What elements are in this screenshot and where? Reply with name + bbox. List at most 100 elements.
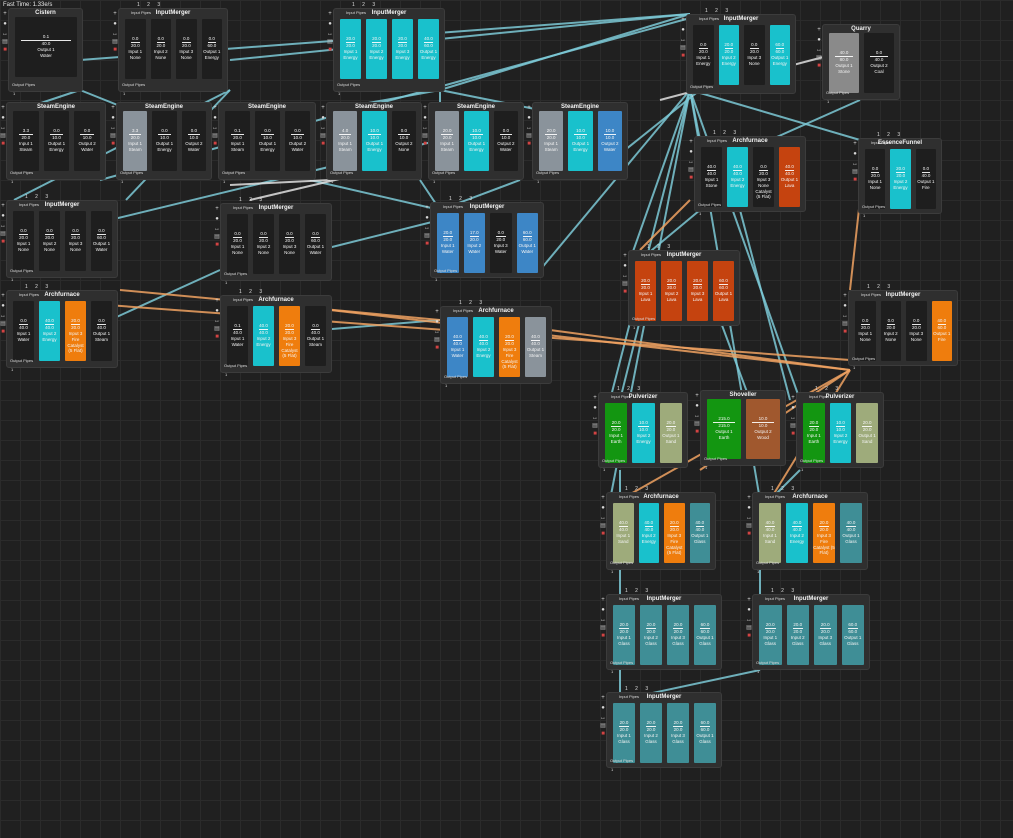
- move-icon[interactable]: ↔: [600, 617, 606, 623]
- settings-icon[interactable]: ▤: [212, 133, 218, 139]
- delete-icon[interactable]: ■: [842, 329, 848, 335]
- toggle-icon[interactable]: ●: [434, 319, 440, 325]
- toggle-icon[interactable]: ●: [0, 213, 6, 219]
- add-icon[interactable]: +: [2, 11, 8, 17]
- add-icon[interactable]: +: [112, 11, 118, 17]
- delete-icon[interactable]: ■: [0, 329, 6, 335]
- delete-icon[interactable]: ■: [600, 531, 606, 537]
- node-essencefunnel[interactable]: EssenceFunnel 1 2 3 Input Pipes + ● ↔ ▤ ■ 0.0 20.…: [852, 132, 942, 218]
- move-icon[interactable]: ↔: [214, 318, 220, 324]
- output-port[interactable]: 1: [537, 179, 539, 184]
- add-icon[interactable]: +: [422, 105, 428, 111]
- toggle-icon[interactable]: ●: [600, 505, 606, 511]
- output-port[interactable]: 1: [827, 99, 829, 104]
- settings-icon[interactable]: ▤: [110, 133, 116, 139]
- delete-icon[interactable]: ■: [816, 63, 822, 69]
- settings-icon[interactable]: ▤: [214, 234, 220, 240]
- settings-icon[interactable]: ▤: [816, 55, 822, 61]
- add-icon[interactable]: +: [790, 395, 796, 401]
- output-port[interactable]: 1: [705, 465, 707, 470]
- move-icon[interactable]: ↔: [680, 37, 686, 43]
- node-archfurnace[interactable]: Archfurnace 1 2 3 Input Pipes + ● ↔ ▤ ■ 40.0 40.0…: [600, 486, 716, 574]
- output-port[interactable]: 1: [691, 93, 693, 98]
- toggle-icon[interactable]: ●: [526, 115, 532, 121]
- node-inputmerger[interactable]: InputMerger 1 2 3 Input Pipes + ● ↔ ▤ ■ 0.0 20.0 I…: [112, 2, 228, 96]
- output-port[interactable]: 1: [611, 569, 613, 574]
- node-steamengine[interactable]: SteamEngine + ● ↔ ▤ ■ 20.0 20.0 Input 1 Steam 10.0…: [422, 102, 524, 184]
- toggle-icon[interactable]: ●: [816, 37, 822, 43]
- output-port[interactable]: 1: [699, 211, 701, 216]
- settings-icon[interactable]: ▤: [694, 421, 700, 427]
- toggle-icon[interactable]: ●: [2, 21, 8, 27]
- move-icon[interactable]: ↔: [694, 413, 700, 419]
- delete-icon[interactable]: ■: [688, 175, 694, 181]
- settings-icon[interactable]: ▤: [526, 133, 532, 139]
- node-inputmerger[interactable]: InputMerger 1 2 3 Input Pipes + ● ↔ ▤ ■ 20.0 20.0…: [600, 588, 722, 674]
- move-icon[interactable]: ↔: [0, 223, 6, 229]
- delete-icon[interactable]: ■: [592, 431, 598, 437]
- toggle-icon[interactable]: ●: [327, 21, 333, 27]
- output-port[interactable]: 1: [853, 365, 855, 370]
- node-steamengine[interactable]: SteamEngine + ● ↔ ▤ ■ 3.3 20.0 Input 1 Steam 0.0 10…: [110, 102, 212, 184]
- move-icon[interactable]: ↔: [688, 159, 694, 165]
- move-icon[interactable]: ↔: [600, 715, 606, 721]
- toggle-icon[interactable]: ●: [852, 151, 858, 157]
- delete-icon[interactable]: ■: [422, 141, 428, 147]
- node-steamengine[interactable]: SteamEngine + ● ↔ ▤ ■ 4.0 20.0 Input 1 Steam 10.0 1…: [320, 102, 422, 184]
- move-icon[interactable]: ↔: [0, 125, 6, 131]
- delete-icon[interactable]: ■: [434, 345, 440, 351]
- settings-icon[interactable]: ▤: [746, 523, 752, 529]
- move-icon[interactable]: ↔: [212, 125, 218, 131]
- node-inputmerger[interactable]: InputMerger 1 2 3 Input Pipes + ● ↔ ▤ ■ 20.0 20.0…: [746, 588, 870, 674]
- output-port[interactable]: 1: [223, 179, 225, 184]
- delete-icon[interactable]: ■: [600, 731, 606, 737]
- delete-icon[interactable]: ■: [110, 141, 116, 147]
- toggle-icon[interactable]: ●: [746, 607, 752, 613]
- output-port[interactable]: 1: [757, 569, 759, 574]
- toggle-icon[interactable]: ●: [110, 115, 116, 121]
- output-port[interactable]: 1: [863, 213, 865, 218]
- node-pulverizer[interactable]: Pulverizer 1 2 3 Input Pipes + ● ↔ ▤ ■ 20.0 20.0 I…: [790, 386, 884, 472]
- settings-icon[interactable]: ▤: [424, 233, 430, 239]
- add-icon[interactable]: +: [0, 105, 6, 111]
- delete-icon[interactable]: ■: [112, 47, 118, 53]
- settings-icon[interactable]: ▤: [214, 326, 220, 332]
- toggle-icon[interactable]: ●: [680, 27, 686, 33]
- add-icon[interactable]: +: [214, 298, 220, 304]
- settings-icon[interactable]: ▤: [790, 423, 796, 429]
- add-icon[interactable]: +: [110, 105, 116, 111]
- output-port[interactable]: 1: [331, 179, 333, 184]
- output-port[interactable]: 1: [445, 383, 447, 388]
- toggle-icon[interactable]: ●: [592, 405, 598, 411]
- settings-icon[interactable]: ▤: [422, 133, 428, 139]
- output-port[interactable]: 1: [11, 367, 13, 372]
- add-icon[interactable]: +: [600, 695, 606, 701]
- add-icon[interactable]: +: [0, 203, 6, 209]
- node-steamengine[interactable]: SteamEngine + ● ↔ ▤ ■ 0.1 20.0 Input 1 Steam 0.0 10…: [212, 102, 316, 184]
- settings-icon[interactable]: ▤: [600, 523, 606, 529]
- move-icon[interactable]: ↔: [0, 313, 6, 319]
- toggle-icon[interactable]: ●: [214, 308, 220, 314]
- output-port[interactable]: 1: [11, 179, 13, 184]
- add-icon[interactable]: +: [816, 27, 822, 33]
- add-icon[interactable]: +: [592, 395, 598, 401]
- node-inputmerger[interactable]: InputMerger 1 2 3 Input Pipes + ● ↔ ▤ ■ 0.0 20.0 I…: [842, 284, 958, 370]
- delete-icon[interactable]: ■: [790, 431, 796, 437]
- toggle-icon[interactable]: ●: [0, 303, 6, 309]
- toggle-icon[interactable]: ●: [422, 115, 428, 121]
- settings-icon[interactable]: ▤: [688, 167, 694, 173]
- output-port[interactable]: 1: [801, 467, 803, 472]
- toggle-icon[interactable]: ●: [600, 705, 606, 711]
- move-icon[interactable]: ↔: [320, 125, 326, 131]
- delete-icon[interactable]: ■: [214, 242, 220, 248]
- delete-icon[interactable]: ■: [212, 141, 218, 147]
- toggle-icon[interactable]: ●: [790, 405, 796, 411]
- toggle-icon[interactable]: ●: [694, 403, 700, 409]
- output-port[interactable]: 1: [13, 91, 15, 96]
- delete-icon[interactable]: ■: [746, 531, 752, 537]
- output-port[interactable]: 1: [435, 277, 437, 282]
- delete-icon[interactable]: ■: [622, 289, 628, 295]
- node-steamengine[interactable]: SteamEngine + ● ↔ ▤ ■ 3.3 20.0 Input 1 Steam 0.0 10…: [0, 102, 106, 184]
- node-inputmerger[interactable]: InputMerger 1 2 3 Input Pipes + ● ↔ ▤ ■ 20.0 20.0…: [622, 244, 740, 330]
- settings-icon[interactable]: ▤: [842, 321, 848, 327]
